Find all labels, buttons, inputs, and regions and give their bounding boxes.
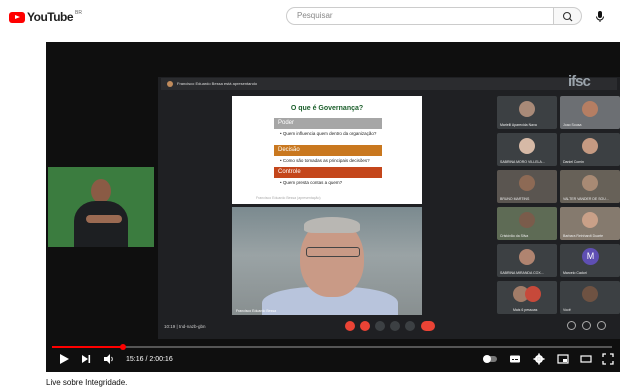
fullscreen-button[interactable] — [602, 353, 614, 365]
slide-section-decisao: Decisão — [274, 145, 382, 156]
info-icon — [567, 321, 576, 330]
people-icon — [582, 321, 591, 330]
theater-mode-button[interactable] — [580, 353, 592, 365]
hang-up-icon — [421, 321, 435, 331]
search-placeholder: Pesquisar — [297, 11, 333, 20]
presentation-slide: O que é Governança? Poder • Quem influen… — [232, 96, 422, 204]
presenting-text: Francisco Eduardo Bessa está apresentand… — [177, 81, 258, 86]
participant-tile: Daniel Comin — [560, 133, 620, 166]
participant-tile: VALTER VANDER DE SOU... — [560, 170, 620, 203]
fullscreen-icon — [602, 353, 614, 365]
camera-off-icon — [360, 321, 370, 331]
next-icon — [82, 355, 91, 363]
participant-tile: SABRINA MIRANDA COX... — [497, 244, 557, 277]
participant-tile: M Marcelo Cadori — [560, 244, 620, 277]
search-input[interactable]: Pesquisar — [286, 7, 554, 25]
time-display: 15:16 / 2:00:16 — [126, 356, 173, 363]
more-participants-tile: Mais 6 pessoas — [497, 281, 557, 314]
autoplay-toggle-icon — [483, 355, 497, 363]
play-icon — [60, 354, 69, 364]
logo-text: YouTube — [27, 10, 74, 24]
gear-icon — [533, 353, 545, 365]
volume-icon — [104, 354, 113, 364]
slide-bullet-poder: • Quem influencia quem dentro da organiz… — [280, 131, 377, 136]
miniplayer-icon — [557, 354, 569, 364]
presenting-bar: Francisco Eduardo Bessa está apresentand… — [161, 78, 617, 90]
mic-icon — [596, 11, 604, 22]
autoplay-toggle[interactable] — [482, 353, 498, 365]
slide-title: O que é Governança? — [290, 105, 364, 112]
subtitles-icon — [510, 355, 520, 363]
meeting-info: 10:19 | tnd-nazb-gbn — [164, 324, 206, 329]
participant-avatar: M — [582, 248, 599, 265]
presenter-avatar — [167, 81, 173, 87]
play-logo-icon — [9, 11, 25, 23]
ifsc-watermark: ifsc — [568, 73, 591, 90]
slide-bullet-controle: • Quem presta contas a quem? — [280, 180, 343, 185]
more-options-icon — [405, 321, 415, 331]
subtitles-button[interactable] — [509, 353, 521, 365]
participant-tile: BRUNO MARTINS — [497, 170, 557, 203]
slide-footer: Francisco Eduardo Bessa (apresentação) — [256, 196, 321, 200]
settings-button[interactable] — [533, 353, 545, 365]
presenter-label: Francisco Eduardo Bessa — [236, 309, 277, 313]
participant-tile: Joao Sousa — [560, 96, 620, 129]
sign-language-interpreter-video — [48, 167, 154, 247]
raise-hand-icon — [375, 321, 385, 331]
chat-icon — [597, 321, 606, 330]
present-icon — [390, 321, 400, 331]
participant-tile: Barbara Reinhardt Duarte — [560, 207, 620, 240]
search-button[interactable] — [554, 7, 582, 25]
presenter-video: Francisco Eduardo Bessa — [232, 207, 422, 315]
slide-section-controle: Controle — [274, 167, 382, 178]
participant-tile: SABRINA MORO VILLELA... — [497, 133, 557, 166]
mic-button[interactable] — [592, 8, 608, 24]
participant-tile: Cristóvão da Silva — [497, 207, 557, 240]
progress-bar-played — [52, 346, 124, 348]
volume-button[interactable] — [103, 353, 115, 365]
slide-section-poder: Poder — [274, 118, 382, 129]
video-title: Live sobre Integridade. — [46, 378, 128, 387]
search-icon — [562, 11, 573, 22]
logo-country-code: BR — [75, 10, 82, 16]
mic-off-icon — [345, 321, 355, 331]
miniplayer-button[interactable] — [557, 353, 569, 365]
youtube-logo[interactable]: YouTube BR — [9, 8, 82, 26]
theater-mode-icon — [580, 355, 592, 363]
self-tile: Você — [560, 281, 620, 314]
progress-bar[interactable] — [52, 346, 612, 348]
play-button[interactable] — [58, 353, 70, 365]
slide-bullet-decisao: • Como são tomadas as principais decisõe… — [280, 158, 370, 163]
participant-tile: Marielli Aparecida Nava — [497, 96, 557, 129]
meeting-controls-bar — [161, 318, 617, 336]
next-button[interactable] — [80, 353, 92, 365]
